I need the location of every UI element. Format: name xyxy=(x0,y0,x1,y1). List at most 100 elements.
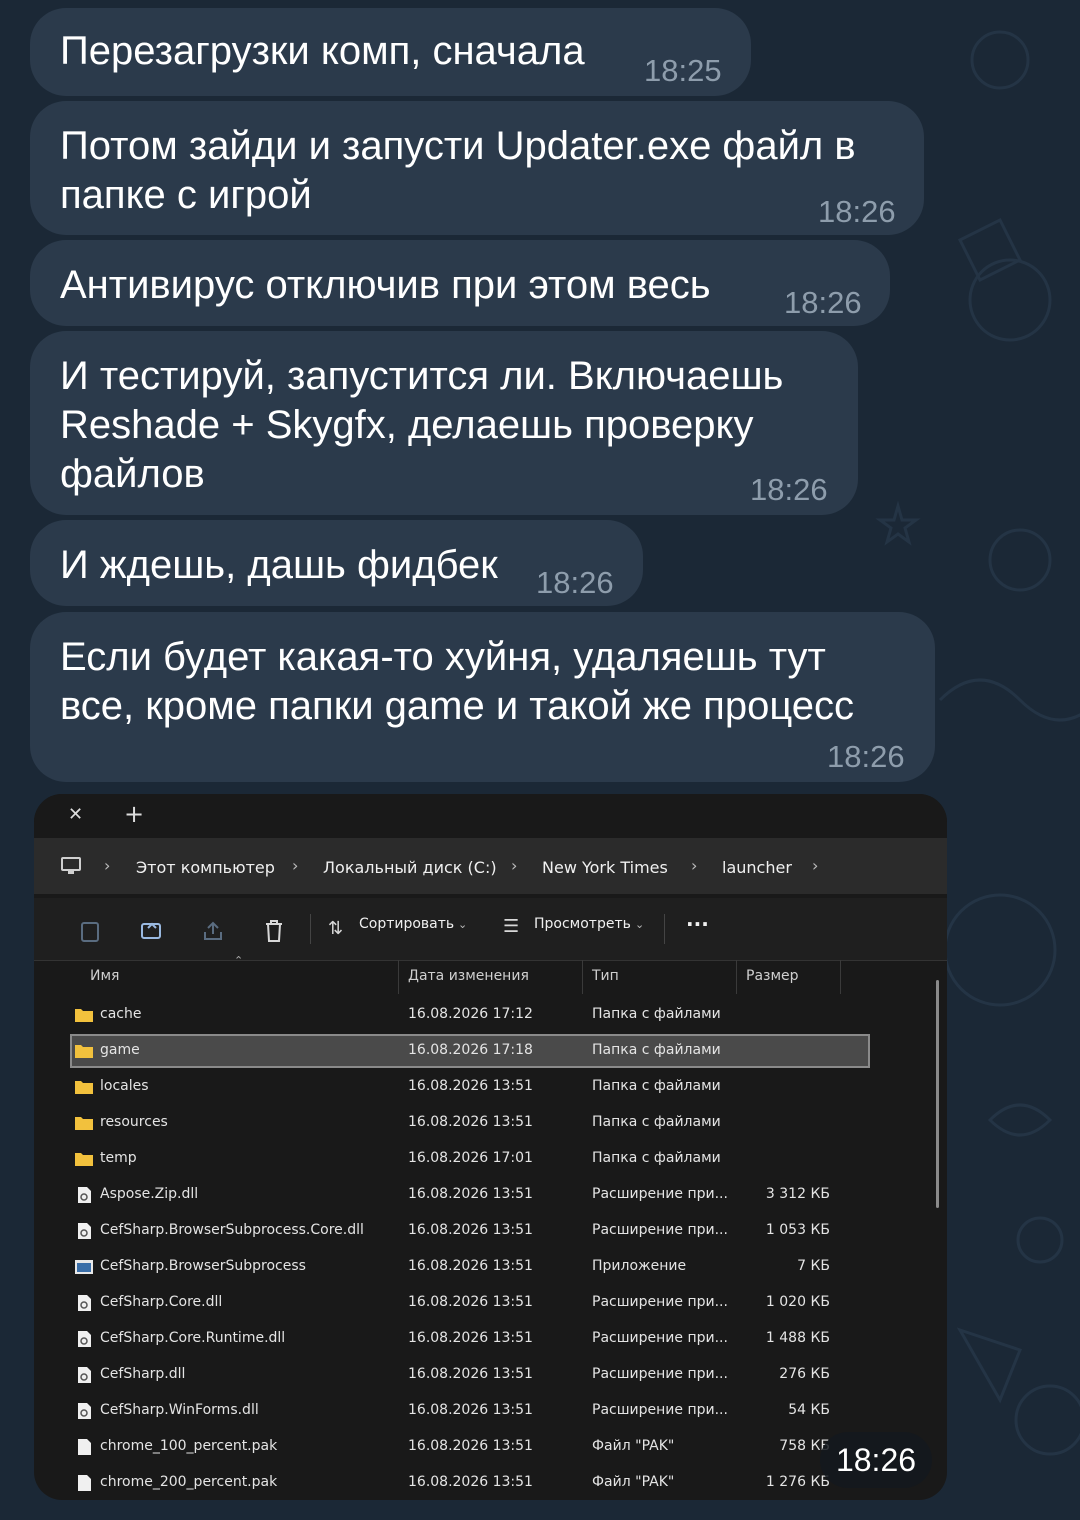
message-time: 18:26 xyxy=(784,285,862,320)
file-type: Папка с файлами xyxy=(592,1150,721,1166)
delete-icon[interactable] xyxy=(264,919,284,943)
file-name: temp xyxy=(100,1150,137,1166)
file-date: 16.08.2026 13:51 xyxy=(408,1402,533,1418)
message-text: И ждешь, дашь фидбек xyxy=(60,543,498,587)
file-row[interactable]: locales 16.08.2026 13:51 Папка с файлами xyxy=(70,1070,870,1104)
file-name: locales xyxy=(100,1078,149,1094)
file-date: 16.08.2026 13:51 xyxy=(408,1474,533,1490)
file-date: 16.08.2026 13:51 xyxy=(408,1330,533,1346)
file-name: CefSharp.WinForms.dll xyxy=(100,1402,259,1418)
more-options-button[interactable]: ··· xyxy=(686,912,709,936)
file-type: Расширение при... xyxy=(592,1402,728,1418)
file-row[interactable]: chrome_200_percent.pak 16.08.2026 13:51 Фа… xyxy=(70,1466,870,1500)
chevron-right-icon: › xyxy=(511,856,518,875)
file-size: 7 КБ xyxy=(797,1258,830,1274)
dll-file-icon xyxy=(74,1222,94,1240)
chevron-right-icon: › xyxy=(104,856,111,875)
file-row[interactable]: CefSharp.BrowserSubprocess.Core.dll 16.08… xyxy=(70,1214,870,1248)
message-bubble[interactable]: Если будет какая-то хуйня, удаляешь тут … xyxy=(30,612,935,782)
file-date: 16.08.2026 17:18 xyxy=(408,1042,533,1058)
file-type: Расширение при... xyxy=(592,1186,728,1202)
message-time: 18:25 xyxy=(644,53,722,88)
chevron-right-icon: › xyxy=(292,856,299,875)
file-type: Расширение при... xyxy=(592,1366,728,1382)
file-date: 16.08.2026 13:51 xyxy=(408,1258,533,1274)
breadcrumb-item[interactable]: launcher xyxy=(722,858,792,877)
sort-button[interactable]: Сортировать xyxy=(359,916,454,932)
share-icon[interactable] xyxy=(202,920,224,942)
message-bubble[interactable]: И тестируй, запустится ли. Включаешь Res… xyxy=(30,331,858,515)
explorer-tab-bar xyxy=(34,794,947,838)
message-bubble[interactable]: И ждешь, дашь фидбек 18:26 xyxy=(30,520,643,606)
file-size: 3 312 КБ xyxy=(765,1186,830,1202)
file-name: CefSharp.dll xyxy=(100,1366,186,1382)
sort-icon: ⇅ xyxy=(328,918,344,939)
file-date: 16.08.2026 13:51 xyxy=(408,1078,533,1094)
message-text: Антивирус отключив при этом весь xyxy=(60,263,711,307)
file-name: cache xyxy=(100,1006,142,1022)
view-button[interactable]: Просмотреть xyxy=(534,916,631,932)
file-icon xyxy=(74,1474,94,1492)
new-tab-icon[interactable]: + xyxy=(124,800,144,828)
message-bubble[interactable]: Антивирус отключив при этом весь 18:26 xyxy=(30,240,890,326)
column-header-date[interactable]: Дата изменения xyxy=(408,968,529,1002)
dll-file-icon xyxy=(74,1330,94,1348)
file-type: Папка с файлами xyxy=(592,1006,721,1022)
file-row[interactable]: CefSharp.WinForms.dll 16.08.2026 13:51 Рас… xyxy=(70,1394,870,1428)
breadcrumb-item[interactable]: New York Times xyxy=(542,858,668,877)
file-size: 54 КБ xyxy=(788,1402,830,1418)
file-type: Приложение xyxy=(592,1258,687,1274)
file-size: 758 КБ xyxy=(779,1438,830,1454)
file-name: resources xyxy=(100,1114,168,1130)
file-icon xyxy=(74,1438,94,1456)
toolbar-divider xyxy=(664,914,665,944)
app-file-icon xyxy=(74,1258,94,1276)
file-row[interactable]: CefSharp.dll 16.08.2026 13:51 Расширение п… xyxy=(70,1358,870,1392)
folder-icon xyxy=(74,1114,94,1132)
explorer-screenshot-image[interactable]: ✕ + › Этот компьютер › Локальный диск (C… xyxy=(34,794,947,1500)
view-icon: ☰ xyxy=(503,916,520,937)
column-separator xyxy=(582,960,583,994)
file-name: CefSharp.Core.dll xyxy=(100,1294,223,1310)
dll-file-icon xyxy=(74,1366,94,1384)
file-row[interactable]: CefSharp.Core.dll 16.08.2026 13:51 Расшире… xyxy=(70,1286,870,1320)
file-row[interactable]: chrome_100_percent.pak 16.08.2026 13:51 Фа… xyxy=(70,1430,870,1464)
folder-icon xyxy=(74,1150,94,1168)
file-size: 1 276 КБ xyxy=(765,1474,830,1490)
message-bubble[interactable]: Перезагрузки комп, сначала 18:25 xyxy=(30,8,751,96)
image-time-badge: 18:26 xyxy=(820,1432,932,1488)
file-type: Папка с файлами xyxy=(592,1114,721,1130)
column-header-type[interactable]: Тип xyxy=(592,968,619,1002)
file-row[interactable]: temp 16.08.2026 17:01 Папка с файлами xyxy=(70,1142,870,1176)
file-name: CefSharp.Core.Runtime.dll xyxy=(100,1330,286,1346)
file-name: game xyxy=(100,1042,140,1058)
file-row[interactable]: cache 16.08.2026 17:12 Папка с файлами xyxy=(70,998,870,1032)
dll-file-icon xyxy=(74,1402,94,1420)
paste-icon[interactable] xyxy=(80,920,100,942)
file-type: Расширение при... xyxy=(592,1330,728,1346)
file-row[interactable]: CefSharp.Core.Runtime.dll 16.08.2026 13:5… xyxy=(70,1322,870,1356)
column-header-name[interactable]: Имя xyxy=(90,968,119,1002)
file-row[interactable]: resources 16.08.2026 13:51 Папка с файлами xyxy=(70,1106,870,1140)
folder-icon xyxy=(74,1006,94,1024)
file-date: 16.08.2026 13:51 xyxy=(408,1186,533,1202)
file-date: 16.08.2026 13:51 xyxy=(408,1114,533,1130)
message-text: Перезагрузки комп, сначала xyxy=(60,29,585,73)
toolbar-divider xyxy=(310,914,311,944)
message-text: Если будет какая-то хуйня, удаляешь тут … xyxy=(60,635,855,728)
rename-icon[interactable] xyxy=(140,920,164,942)
scrollbar[interactable] xyxy=(936,980,939,1208)
column-header-size[interactable]: Размер xyxy=(746,968,799,1002)
message-bubble[interactable]: Потом зайди и запусти Updater.exe файл в… xyxy=(30,101,924,235)
file-row[interactable]: CefSharp.BrowserSubprocess 16.08.2026 13:… xyxy=(70,1250,870,1284)
chevron-right-icon: › xyxy=(812,856,819,875)
breadcrumb-item[interactable]: Локальный диск (C:) xyxy=(323,858,497,877)
breadcrumb-item[interactable]: Этот компьютер xyxy=(136,858,275,877)
file-name: CefSharp.BrowserSubprocess.Core.dll xyxy=(100,1222,364,1238)
message-text: Потом зайди и запусти Updater.exe файл в… xyxy=(60,124,856,217)
file-row[interactable]: Aspose.Zip.dll 16.08.2026 13:51 Расширение… xyxy=(70,1178,870,1212)
close-tab-icon[interactable]: ✕ xyxy=(68,804,83,825)
file-name: chrome_200_percent.pak xyxy=(100,1474,278,1490)
file-row[interactable]: game 16.08.2026 17:18 Папка с файлами xyxy=(70,1034,870,1068)
file-date: 16.08.2026 17:12 xyxy=(408,1006,533,1022)
